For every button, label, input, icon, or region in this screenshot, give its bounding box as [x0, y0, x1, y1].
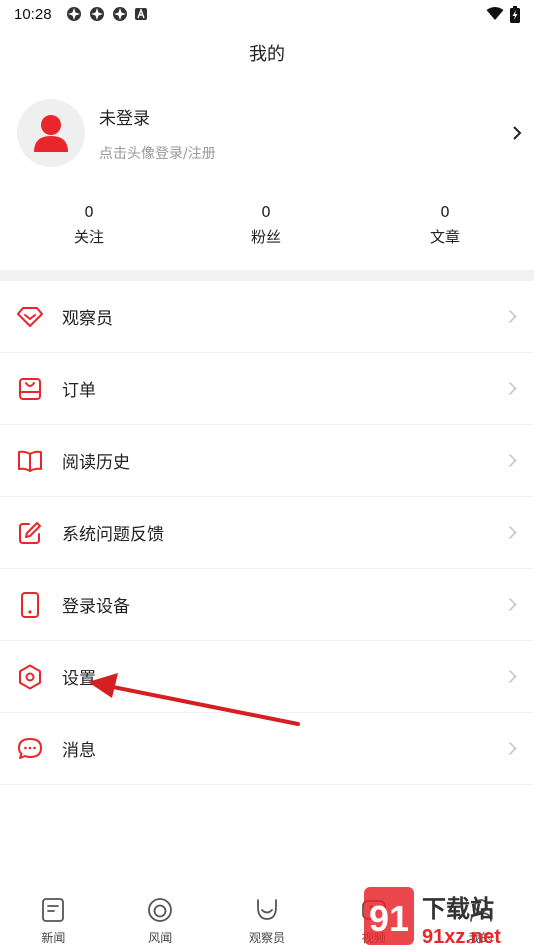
nav-label: 视频 [361, 931, 386, 945]
profile-login-hint: 点击头像登录/注册 [99, 145, 216, 162]
stat-value: 0 [440, 203, 450, 221]
chevron-right-icon [508, 309, 517, 324]
profile-name: 未登录 [99, 108, 150, 129]
nav-item-mine[interactable]: 我的 [427, 885, 534, 950]
stat-label: 文章 [429, 228, 460, 246]
stat-value: 0 [84, 203, 94, 221]
notification-app-icon [89, 7, 104, 21]
profile-login-row[interactable]: 未登录 点击头像登录/注册 [17, 98, 522, 168]
menu-item-label: 订单 [62, 381, 96, 401]
menu-list: 观察员 订单 阅读历史 系统问题反馈 登录设备 设置 消息 [0, 281, 534, 785]
wifi-icon [486, 7, 504, 20]
menu-item-label: 系统问题反馈 [62, 525, 164, 545]
menu-item-label: 设置 [62, 669, 96, 689]
stat-value: 0 [261, 203, 271, 221]
nav-item-observer[interactable]: 观察员 [214, 885, 321, 950]
bottom-nav: 新闻 风闻 观察员 视频 我的 [0, 885, 534, 950]
chevron-right-icon [508, 525, 517, 540]
nav-label: 风闻 [148, 931, 173, 945]
user-avatar-icon [34, 115, 68, 152]
nav-item-news[interactable]: 新闻 [0, 885, 107, 950]
chat-icon [17, 736, 43, 762]
stat-label: 关注 [73, 228, 104, 246]
notification-app-icon [112, 7, 127, 21]
status-bar: 10:28 [0, 0, 534, 28]
nav-label: 观察员 [248, 931, 285, 945]
menu-item-login-devices[interactable]: 登录设备 [0, 569, 534, 641]
edit-icon [17, 520, 43, 546]
profile-icon [466, 895, 496, 925]
stat-articles[interactable]: 0 文章 [400, 202, 490, 248]
nav-item-fengwen[interactable]: 风闻 [107, 885, 214, 950]
news-icon [38, 895, 68, 925]
avatar[interactable] [17, 99, 85, 167]
chevron-right-icon [508, 453, 517, 468]
nav-label: 我的 [468, 931, 493, 945]
chevron-right-icon [513, 126, 522, 140]
bag-icon [17, 376, 43, 402]
video-icon [359, 895, 389, 925]
observer-icon [252, 895, 282, 925]
menu-item-feedback[interactable]: 系统问题反馈 [0, 497, 534, 569]
chevron-right-icon [508, 741, 517, 756]
stats-row: 0 关注 0 粉丝 0 文章 [0, 202, 534, 254]
book-icon [17, 448, 43, 474]
page-title: 我的 [249, 44, 285, 65]
menu-item-reading-history[interactable]: 阅读历史 [0, 425, 534, 497]
ring-icon [145, 895, 175, 925]
status-notification-icons [66, 6, 147, 22]
chevron-right-icon [508, 597, 517, 612]
menu-item-messages[interactable]: 消息 [0, 713, 534, 785]
hexagon-settings-icon [17, 664, 43, 690]
section-divider [0, 270, 534, 281]
status-time: 10:28 [14, 5, 52, 23]
nav-label: 新闻 [41, 931, 66, 945]
nav-item-video[interactable]: 视频 [320, 885, 427, 950]
status-system-icons [486, 5, 520, 23]
menu-item-label: 观察员 [62, 309, 113, 329]
menu-item-settings[interactable]: 设置 [0, 641, 534, 713]
notification-app-icon [66, 7, 81, 21]
menu-item-orders[interactable]: 订单 [0, 353, 534, 425]
stat-followers[interactable]: 0 粉丝 [221, 202, 311, 248]
chevron-right-icon [508, 381, 517, 396]
phone-icon [17, 591, 43, 618]
menu-item-label: 登录设备 [62, 597, 130, 617]
stat-label: 粉丝 [250, 228, 281, 246]
chevron-right-icon [508, 669, 517, 684]
menu-item-label: 阅读历史 [62, 453, 130, 473]
diamond-icon [17, 304, 43, 330]
stat-following[interactable]: 0 关注 [44, 202, 134, 248]
menu-item-observer[interactable]: 观察员 [0, 281, 534, 353]
notification-a-icon [134, 8, 147, 20]
menu-item-label: 消息 [62, 741, 96, 761]
battery-charging-icon [510, 5, 520, 23]
